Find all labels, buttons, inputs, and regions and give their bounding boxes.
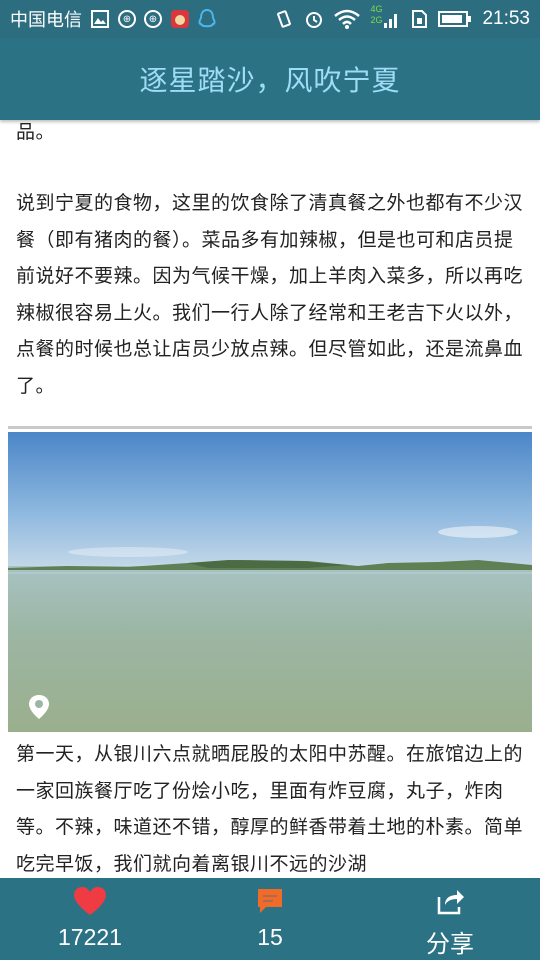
network-2g-label: 2G: [370, 15, 383, 25]
lake-scene-image: [8, 432, 532, 732]
paragraph-food: 说到宁夏的食物，这里的饮食除了清真餐之外也都有不少汉餐（即有猪肉的餐）。菜品多有…: [16, 192, 524, 397]
app-icon: [170, 9, 190, 29]
carrier-label: 中国电信: [10, 10, 82, 30]
sim-icon: [410, 9, 428, 29]
divider: [8, 426, 532, 429]
like-count: 17221: [58, 924, 122, 950]
network-4g-label: 4G: [370, 4, 383, 14]
comment-icon: [256, 886, 284, 916]
share-icon: [435, 886, 465, 916]
gallery-icon: [90, 9, 110, 29]
battery-icon: [438, 9, 472, 29]
share-button[interactable]: 分享: [360, 878, 540, 960]
bottom-action-bar: 17221 15 分享: [0, 878, 540, 960]
location-pin-icon[interactable]: [28, 694, 50, 720]
app-header: 逐星踏沙，风吹宁夏: [0, 38, 540, 120]
heart-icon: [73, 886, 107, 916]
comment-button[interactable]: 15: [180, 878, 360, 960]
comment-count: 15: [257, 924, 283, 950]
paragraph-fragment: 品。: [16, 121, 56, 143]
alarm-icon: [304, 9, 324, 29]
notification-icon: ⊕: [144, 10, 162, 28]
status-bar: 中国电信 ⊕ ⊕ 4G 2G 21:53: [0, 0, 540, 38]
notification-icon: ⊕: [118, 10, 136, 28]
signal-icon: 4G 2G: [370, 5, 400, 29]
wifi-icon: [334, 9, 361, 29]
like-button[interactable]: 17221: [0, 878, 180, 960]
qq-icon: [198, 9, 216, 29]
lake-photo[interactable]: [8, 432, 532, 732]
paragraph-day1: 第一天，从银川六点就晒屁股的太阳中苏醒。在旅馆边上的一家回族餐厅吃了份烩小吃，里…: [16, 743, 524, 875]
share-label: 分享: [426, 930, 474, 958]
clock-time: 21:53: [482, 8, 530, 29]
article-content[interactable]: 品。 说到宁夏的食物，这里的饮食除了清真餐之外也都有不少汉餐（即有猪肉的餐）。菜…: [0, 120, 540, 878]
page-title: 逐星踏沙，风吹宁夏: [139, 64, 401, 97]
vibrate-icon: [274, 9, 294, 29]
